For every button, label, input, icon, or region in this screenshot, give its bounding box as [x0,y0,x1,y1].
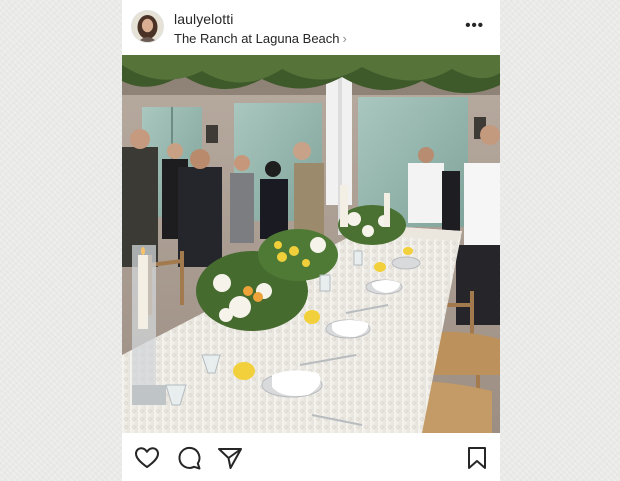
location-link[interactable]: The Ranch at Laguna Beach › [174,31,347,46]
post-photo[interactable] [122,55,500,433]
more-options-icon[interactable]: ••• [465,17,484,34]
heart-icon[interactable] [134,445,160,471]
avatar[interactable] [132,11,163,42]
reception-photo [122,55,500,433]
post-card: laulyelotti The Ranch at Laguna Beach › •… [122,0,500,481]
share-icon[interactable] [217,445,243,471]
bookmark-icon[interactable] [464,445,490,471]
location-name: The Ranch at Laguna Beach [174,31,340,46]
comment-icon[interactable] [176,445,202,471]
post-header: laulyelotti The Ranch at Laguna Beach › •… [122,0,500,55]
username[interactable]: laulyelotti [174,11,233,27]
avatar-image [132,11,163,42]
action-bar [122,433,500,481]
chevron-right-icon: › [342,31,347,46]
